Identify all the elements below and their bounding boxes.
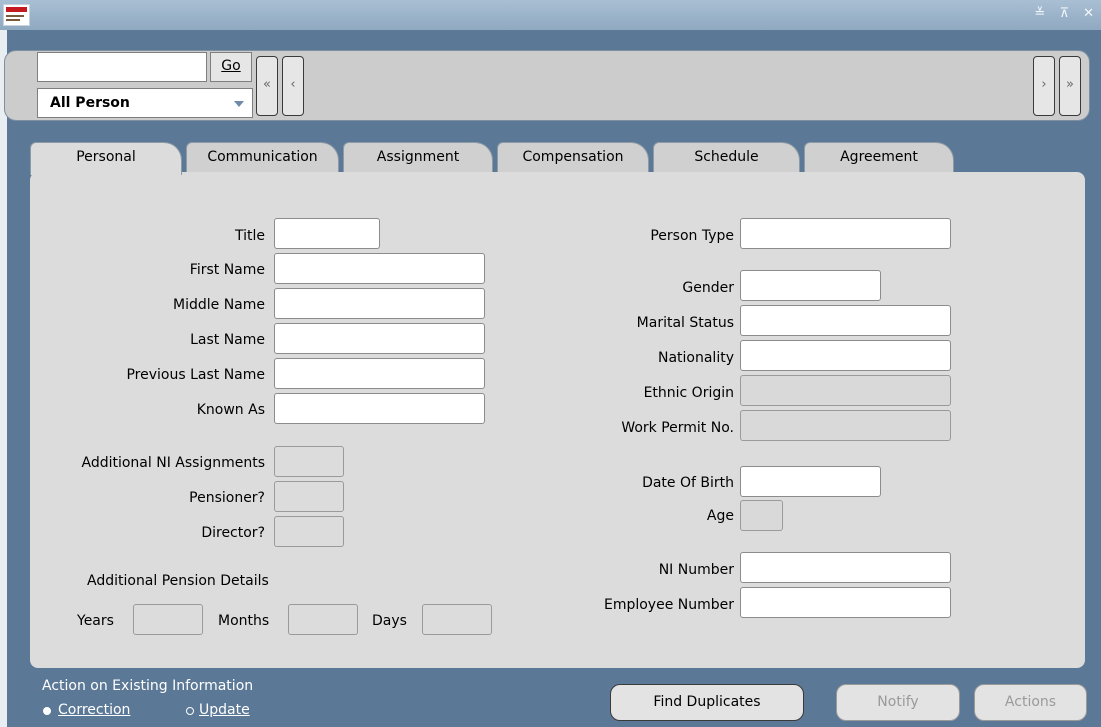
update-label[interactable]: Update xyxy=(199,702,250,718)
window-edge xyxy=(0,30,7,727)
employee-number-label: Employee Number xyxy=(603,597,734,613)
ni-number-label: NI Number xyxy=(658,562,734,578)
days-label: Days xyxy=(372,613,407,629)
actions-button[interactable]: Actions xyxy=(974,684,1087,721)
marital-status-label: Marital Status xyxy=(636,315,734,331)
ethnic-origin-field xyxy=(740,375,951,406)
person-type-field[interactable] xyxy=(740,218,951,249)
tab-agreement[interactable]: Agreement xyxy=(804,142,954,173)
date-of-birth-field[interactable] xyxy=(740,466,881,497)
tab-assignment[interactable]: Assignment xyxy=(343,142,493,173)
middle-name-label: Middle Name xyxy=(173,297,265,313)
person-select-value: All Person xyxy=(50,95,130,111)
days-field[interactable] xyxy=(422,604,492,635)
marital-status-field[interactable] xyxy=(740,305,951,336)
nationality-field[interactable] xyxy=(740,340,951,371)
logo-line xyxy=(6,19,20,21)
pensioner-checkbox[interactable] xyxy=(274,481,344,512)
tab-schedule[interactable]: Schedule xyxy=(653,142,800,173)
ethnic-origin-label: Ethnic Origin xyxy=(643,385,734,401)
tab-compensation[interactable]: Compensation xyxy=(497,142,649,173)
ni-number-field[interactable] xyxy=(740,552,951,583)
first-name-field[interactable] xyxy=(274,253,485,284)
tab-personal[interactable]: Personal xyxy=(30,142,182,175)
correction-radio[interactable] xyxy=(43,707,51,715)
months-label: Months xyxy=(218,613,270,629)
director-label: Director? xyxy=(201,525,265,541)
nationality-label: Nationality xyxy=(657,350,734,366)
known-as-label: Known As xyxy=(196,402,265,418)
additional-ni-checkbox[interactable] xyxy=(274,446,344,477)
work-permit-field xyxy=(740,410,951,441)
additional-ni-label: Additional NI Assignments xyxy=(81,455,265,471)
director-checkbox[interactable] xyxy=(274,516,344,547)
title-label: Title xyxy=(234,228,265,244)
last-name-field[interactable] xyxy=(274,323,485,354)
notify-button[interactable]: Notify xyxy=(836,684,960,721)
years-label: Years xyxy=(77,613,114,629)
action-heading: Action on Existing Information xyxy=(42,678,254,694)
known-as-field[interactable] xyxy=(274,393,485,424)
gender-label: Gender xyxy=(682,280,734,296)
years-field[interactable] xyxy=(133,604,203,635)
next-record-button[interactable]: › xyxy=(1033,56,1055,116)
person-type-label: Person Type xyxy=(650,228,734,244)
previous-last-name-field[interactable] xyxy=(274,358,485,389)
last-record-button[interactable]: » xyxy=(1059,56,1081,116)
previous-last-name-label: Previous Last Name xyxy=(126,367,265,383)
previous-record-button[interactable]: ‹ xyxy=(282,56,304,116)
logo-line xyxy=(6,15,24,17)
first-name-label: First Name xyxy=(189,262,265,278)
age-field xyxy=(740,500,783,531)
window-controls[interactable]: ≚ ⊼ ✕ xyxy=(1034,6,1099,21)
age-label: Age xyxy=(706,508,734,524)
gender-field[interactable] xyxy=(740,270,881,301)
find-input[interactable] xyxy=(37,52,207,82)
work-permit-label: Work Permit No. xyxy=(621,420,734,436)
first-record-button[interactable]: « xyxy=(256,56,278,116)
person-type-select[interactable]: All Person xyxy=(37,88,253,118)
last-name-label: Last Name xyxy=(190,332,265,348)
chevron-down-icon[interactable] xyxy=(234,101,244,107)
go-button-label: Go xyxy=(221,58,241,74)
oracle-logo xyxy=(3,4,30,26)
tab-communication[interactable]: Communication xyxy=(186,142,339,173)
date-of-birth-label: Date Of Birth xyxy=(642,475,734,491)
title-field[interactable] xyxy=(274,218,380,249)
pension-heading: Additional Pension Details xyxy=(87,573,269,589)
go-button[interactable]: Go xyxy=(210,52,252,82)
pensioner-label: Pensioner? xyxy=(189,490,265,506)
logo-mark xyxy=(6,7,27,12)
title-bar: ≚ ⊼ ✕ xyxy=(0,0,1101,30)
employee-number-field[interactable] xyxy=(740,587,951,618)
middle-name-field[interactable] xyxy=(274,288,485,319)
months-field[interactable] xyxy=(288,604,358,635)
update-radio[interactable] xyxy=(186,707,194,715)
correction-label[interactable]: Correction xyxy=(58,702,130,718)
find-duplicates-button[interactable]: Find Duplicates xyxy=(610,684,804,721)
